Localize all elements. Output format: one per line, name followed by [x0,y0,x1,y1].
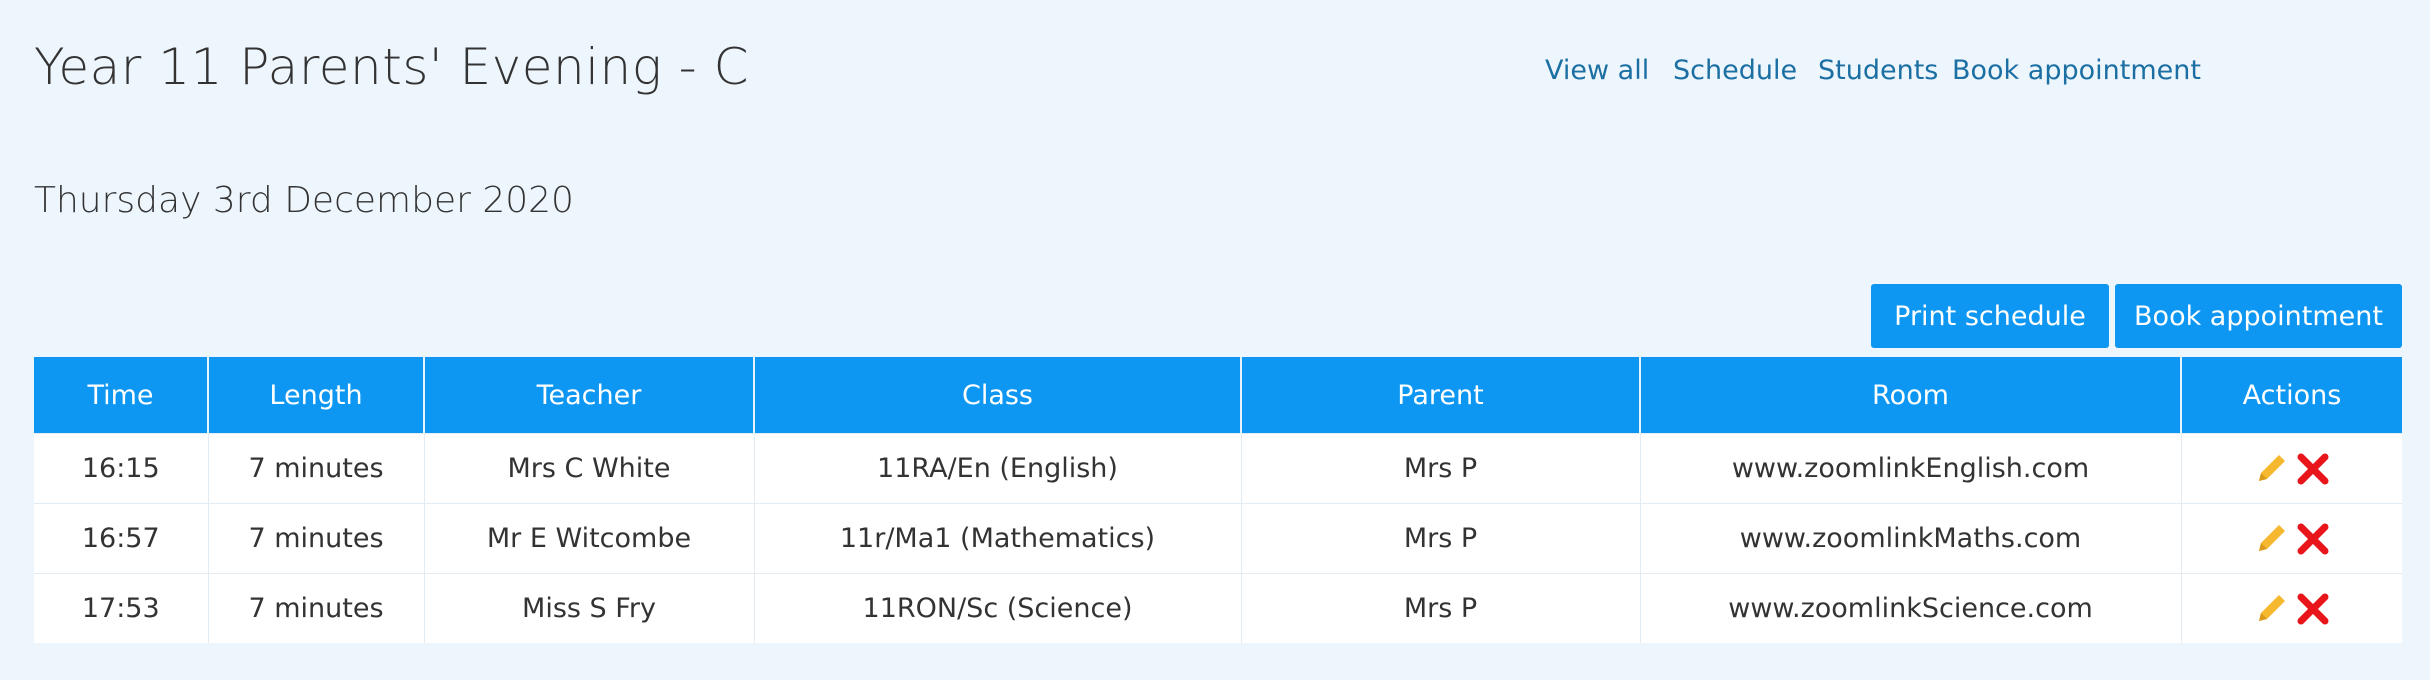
nav-students[interactable]: Students [1818,55,1938,86]
nav-book-appointment[interactable]: Book appointment [1952,55,2201,86]
book-appointment-button[interactable]: Book appointment [2115,284,2402,348]
print-schedule-button[interactable]: Print schedule [1871,284,2109,348]
col-header-room: Room [1639,357,2181,434]
cell-class: 11RA/En (English) [753,433,1241,504]
cross-icon[interactable] [2295,451,2331,487]
cell-teacher: Mrs C White [423,433,754,504]
cell-room: www.zoomlinkMaths.com [1639,503,2181,574]
pencil-icon[interactable] [2253,591,2289,627]
table-row: 17:53 7 minutes Miss S Fry 11RON/Sc (Sci… [34,573,2402,643]
cell-class: 11r/Ma1 (Mathematics) [753,503,1241,574]
col-header-actions: Actions [2180,357,2402,434]
col-header-class: Class [753,357,1241,434]
cell-room: www.zoomlinkScience.com [1639,573,2181,643]
title-container: Year 11 Parents' Evening - Core [34,38,746,108]
cell-actions [2180,433,2402,504]
cell-class: 11RON/Sc (Science) [753,573,1241,643]
cell-room: www.zoomlinkEnglish.com [1639,433,2181,504]
cell-time: 16:57 [34,503,208,574]
cell-actions [2180,503,2402,574]
cross-icon[interactable] [2295,591,2331,627]
pencil-icon[interactable] [2253,521,2289,557]
col-header-length: Length [207,357,424,434]
cell-time: 16:15 [34,433,208,504]
table-row: 16:15 7 minutes Mrs C White 11RA/En (Eng… [34,433,2402,504]
cross-icon[interactable] [2295,521,2331,557]
col-header-parent: Parent [1240,357,1640,434]
page-title: Year 11 Parents' Evening - Core [34,38,746,96]
cell-teacher: Mr E Witcombe [423,503,754,574]
nav-schedule[interactable]: Schedule [1673,55,1797,86]
table-header-row: Time Length Teacher Class Parent Room Ac… [34,357,2402,434]
schedule-table: Time Length Teacher Class Parent Room Ac… [34,357,2402,643]
pencil-icon[interactable] [2253,451,2289,487]
cell-parent: Mrs P [1240,433,1640,504]
cell-parent: Mrs P [1240,573,1640,643]
cell-length: 7 minutes [207,433,424,504]
cell-teacher: Miss S Fry [423,573,754,643]
cell-parent: Mrs P [1240,503,1640,574]
cell-length: 7 minutes [207,573,424,643]
event-date: Thursday 3rd December 2020 [34,180,574,221]
cell-actions [2180,573,2402,643]
nav-view-all[interactable]: View all [1545,55,1649,86]
table-row: 16:57 7 minutes Mr E Witcombe 11r/Ma1 (M… [34,503,2402,574]
cell-length: 7 minutes [207,503,424,574]
col-header-teacher: Teacher [423,357,754,434]
col-header-time: Time [34,357,208,434]
cell-time: 17:53 [34,573,208,643]
